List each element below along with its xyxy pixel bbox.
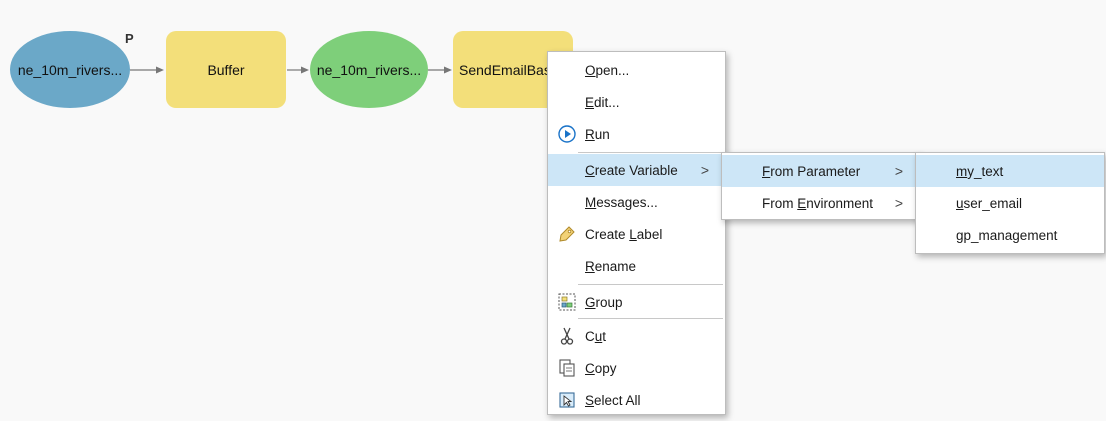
parameter-item-gp-management[interactable]: gp_management <box>916 219 1104 251</box>
buffer-tool-node-label: Buffer <box>207 61 245 78</box>
output-data-node-label: ne_10m_rivers... <box>316 61 422 78</box>
menu-separator <box>578 318 723 319</box>
chevron-right-icon: > <box>700 162 709 178</box>
menu-item-cut[interactable]: Cut <box>548 320 725 352</box>
menu-separator <box>578 284 723 285</box>
scissors-icon <box>557 326 577 346</box>
send-email-tool-node-label: SendEmailBas <box>459 61 551 78</box>
copy-icon <box>557 358 577 378</box>
menu-item-open[interactable]: Open... <box>548 54 725 86</box>
input-data-node[interactable]: ne_10m_rivers... <box>10 31 130 108</box>
chevron-right-icon: > <box>894 163 903 179</box>
parameter-submenu: my_text user_email gp_management <box>915 152 1105 254</box>
buffer-tool-node[interactable]: Buffer <box>166 31 286 108</box>
create-variable-submenu: From Parameter > From Environment > <box>721 152 920 220</box>
parameter-marker: P <box>125 31 134 46</box>
parameter-item-user-email[interactable]: user_email <box>916 187 1104 219</box>
input-data-node-label: ne_10m_rivers... <box>17 61 123 78</box>
parameter-item-my-text[interactable]: my_text <box>916 155 1104 187</box>
label-icon <box>557 224 577 244</box>
menu-item-create-variable[interactable]: Create Variable > <box>548 154 725 186</box>
select-all-icon <box>557 390 577 410</box>
menu-item-run[interactable]: Run <box>548 118 725 150</box>
menu-item-create-label[interactable]: Create Label <box>548 218 725 250</box>
menu-item-group[interactable]: Group <box>548 286 725 318</box>
group-icon <box>557 292 577 312</box>
menu-item-edit[interactable]: Edit... <box>548 86 725 118</box>
menu-item-messages[interactable]: Messages... <box>548 186 725 218</box>
menu-separator <box>578 152 723 153</box>
menu-item-rename[interactable]: Rename <box>548 250 725 282</box>
menu-item-copy[interactable]: Copy <box>548 352 725 384</box>
context-menu: Open... Edit... Run Create Variable > Me… <box>547 51 726 415</box>
output-data-node[interactable]: ne_10m_rivers... <box>310 31 428 108</box>
submenu-item-from-parameter[interactable]: From Parameter > <box>722 155 919 187</box>
submenu-item-from-environment[interactable]: From Environment > <box>722 187 919 219</box>
chevron-right-icon: > <box>894 195 903 211</box>
menu-item-select-all[interactable]: Select All <box>548 384 725 416</box>
run-icon <box>557 124 577 144</box>
